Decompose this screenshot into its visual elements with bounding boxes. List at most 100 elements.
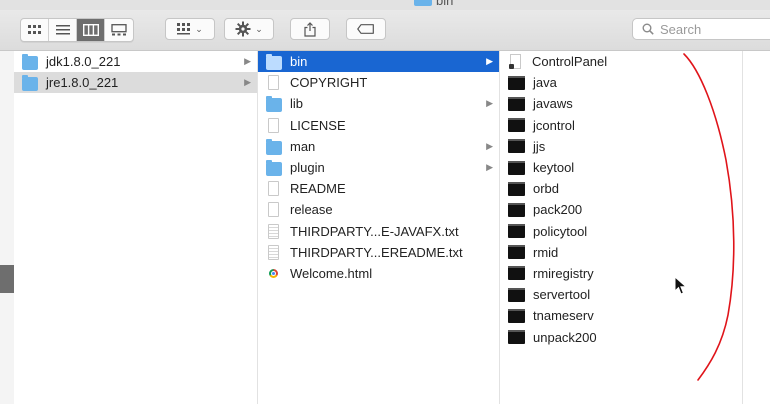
icon-view-button[interactable] [21, 19, 49, 41]
chevron-right-icon: ▶ [486, 140, 493, 151]
chrome-html-icon [269, 268, 278, 278]
terminal-exec-icon [508, 96, 525, 111]
item-label: jcontrol [533, 117, 575, 133]
exec-row-orbd[interactable]: orbd [500, 178, 742, 199]
search-input[interactable] [660, 21, 770, 37]
item-label: javaws [533, 96, 573, 112]
folder-row-bin[interactable]: bin ▶ [258, 51, 499, 73]
terminal-exec-icon [508, 308, 525, 323]
file-row-controlpanel[interactable]: ControlPanel [500, 51, 742, 72]
group-grid-icon [177, 23, 191, 35]
file-row-license[interactable]: LICENSE [258, 115, 499, 136]
folder-row-plugin[interactable]: plugin ▶ [258, 157, 499, 178]
folder-row-lib[interactable]: lib ▶ [258, 93, 499, 114]
terminal-exec-icon [508, 75, 525, 90]
share-button[interactable] [290, 18, 330, 40]
share-icon [304, 21, 316, 37]
item-label: rmid [533, 244, 559, 260]
tag-icon [357, 24, 374, 34]
item-label: plugin [290, 160, 325, 176]
exec-row-tnameserv[interactable]: tnameserv [500, 305, 742, 326]
exec-row-keytool[interactable]: keytool [500, 157, 742, 178]
item-label: jre1.8.0_221 [46, 75, 119, 91]
terminal-exec-icon [508, 202, 525, 217]
exec-row-policytool[interactable]: policytool [500, 221, 742, 242]
gallery-icon [111, 24, 127, 36]
alias-document-icon [509, 54, 521, 70]
exec-row-pack200[interactable]: pack200 [500, 199, 742, 220]
column-3: ControlPanel java javaws jcontrol jjs ke… [500, 51, 743, 404]
chevron-right-icon: ▶ [486, 161, 493, 172]
exec-row-unpack200[interactable]: unpack200 [500, 326, 742, 347]
terminal-exec-icon [508, 118, 525, 133]
item-label: jdk1.8.0_221 [46, 54, 121, 70]
search-field[interactable] [632, 18, 770, 40]
item-label: LICENSE [290, 117, 346, 133]
item-label: COPYRIGHT [290, 75, 368, 91]
terminal-exec-icon [508, 330, 525, 345]
exec-row-javaws[interactable]: javaws [500, 93, 742, 114]
terminal-exec-icon [508, 245, 525, 260]
folder-icon [266, 54, 282, 71]
folder-icon [414, 0, 432, 6]
exec-row-jcontrol[interactable]: jcontrol [500, 115, 742, 136]
item-label: tnameserv [533, 308, 594, 324]
search-icon [642, 23, 654, 35]
sidebar-selection-marker [0, 265, 14, 293]
terminal-exec-icon [508, 266, 525, 281]
item-label: man [290, 138, 316, 154]
chevron-right-icon: ▶ [244, 77, 251, 88]
list-view-button[interactable] [49, 19, 77, 41]
column-1: jdk1.8.0_221 ▶ jre1.8.0_221 ▶ [14, 51, 258, 404]
icon-grid-icon [27, 25, 41, 34]
terminal-exec-icon [508, 160, 525, 175]
folder-row-jre[interactable]: jre1.8.0_221 ▶ [14, 72, 257, 94]
chevron-right-icon: ▶ [244, 56, 251, 66]
columns-icon [82, 24, 99, 36]
exec-row-servertool[interactable]: servertool [500, 284, 742, 305]
folder-row-jdk[interactable]: jdk1.8.0_221 ▶ [14, 51, 257, 72]
gallery-view-button[interactable] [105, 19, 133, 41]
document-icon [268, 202, 279, 218]
file-row-thirdparty-readme[interactable]: THIRDPARTY...EREADME.txt [258, 242, 499, 263]
file-row-welcome-html[interactable]: Welcome.html [258, 263, 499, 284]
item-label: unpack200 [533, 329, 597, 345]
item-label: THIRDPARTY...E-JAVAFX.txt [290, 223, 459, 239]
column-view-button[interactable] [77, 19, 105, 41]
text-file-icon [268, 223, 279, 239]
toolbar: ⌄ ⌄ [0, 10, 770, 51]
folder-icon [266, 96, 282, 113]
column-4-empty [743, 51, 770, 404]
action-button[interactable]: ⌄ [224, 18, 274, 40]
document-icon [268, 117, 279, 133]
gear-icon [235, 21, 251, 37]
item-label: THIRDPARTY...EREADME.txt [290, 244, 463, 260]
folder-row-man[interactable]: man ▶ [258, 136, 499, 157]
file-row-release[interactable]: release [258, 199, 499, 220]
exec-row-jjs[interactable]: jjs [500, 136, 742, 157]
exec-row-java[interactable]: java [500, 72, 742, 93]
terminal-exec-icon [508, 287, 525, 302]
file-row-thirdparty-javafx[interactable]: THIRDPARTY...E-JAVAFX.txt [258, 221, 499, 242]
exec-row-rmid[interactable]: rmid [500, 242, 742, 263]
window-title: bin [436, 0, 454, 8]
item-label: README [290, 181, 346, 197]
item-label: Welcome.html [290, 265, 373, 281]
item-label: keytool [533, 160, 575, 176]
item-label: lib [290, 96, 304, 112]
folder-icon [266, 138, 282, 155]
sidebar-edge [0, 51, 14, 404]
item-label: orbd [533, 181, 560, 197]
chevron-down-icon: ⌄ [195, 23, 203, 34]
group-by-button[interactable]: ⌄ [165, 18, 215, 40]
edit-tags-button[interactable] [346, 18, 386, 40]
item-label: release [290, 202, 333, 218]
view-switcher [20, 18, 134, 42]
file-row-readme[interactable]: README [258, 178, 499, 199]
exec-row-rmiregistry[interactable]: rmiregistry [500, 263, 742, 284]
file-row-copyright[interactable]: COPYRIGHT [258, 72, 499, 93]
chevron-right-icon: ▶ [486, 98, 493, 109]
folder-icon [22, 75, 38, 92]
item-label: jjs [533, 138, 546, 154]
item-label: rmiregistry [533, 265, 594, 281]
